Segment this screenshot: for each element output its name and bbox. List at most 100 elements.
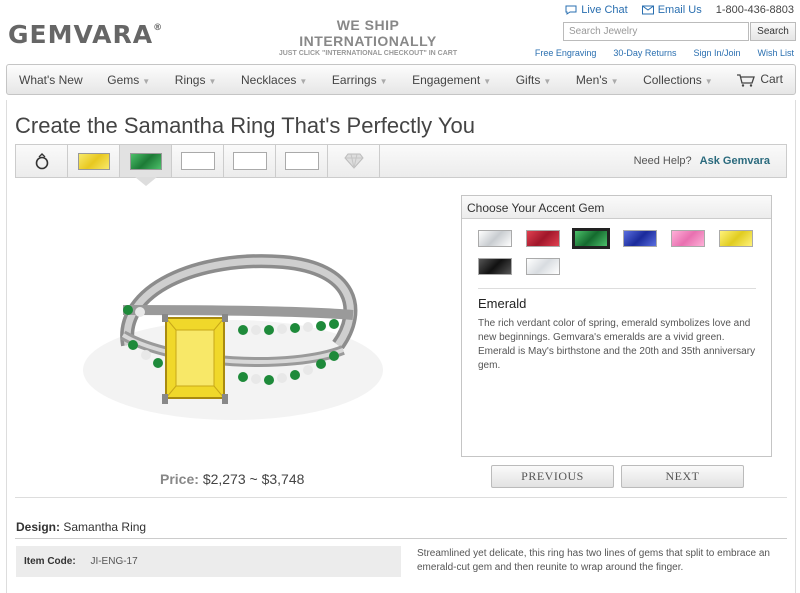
chat-bubble-icon <box>565 5 577 15</box>
envelope-icon <box>641 5 654 15</box>
empty-slot <box>284 152 319 170</box>
phone-number: 1-800-436-8803 <box>715 4 794 16</box>
gem-option-pink-sapphire[interactable] <box>671 230 705 247</box>
dropdown-caret-icon: ▼ <box>483 76 492 86</box>
previous-button[interactable]: PREVIOUS <box>491 465 614 488</box>
sub-links: Free Engraving 30-Day Returns Sign In/Jo… <box>535 48 794 58</box>
nav-item-gems[interactable]: Gems ▼ <box>107 73 150 87</box>
design-divider <box>15 538 787 539</box>
empty-slot <box>180 152 215 170</box>
nav-item-earrings[interactable]: Earrings ▼ <box>332 73 388 87</box>
next-button[interactable]: NEXT <box>621 465 744 488</box>
nav-item-gifts[interactable]: Gifts ▼ <box>516 73 552 87</box>
nav-label: Necklaces <box>241 72 297 87</box>
top-links: Live Chat Email Us 1-800-436-8803 <box>565 4 794 16</box>
item-code-label: Item Code: <box>24 556 76 567</box>
free-engraving-link[interactable]: Free Engraving <box>535 48 597 58</box>
sign-in-link[interactable]: Sign In/Join <box>693 48 740 58</box>
cart-icon <box>737 74 756 87</box>
email-link[interactable]: Email Us <box>641 4 702 16</box>
selected-gem-description: The rich verdant color of spring, emeral… <box>478 318 756 371</box>
shipping-banner: WE SHIP INTERNATIONALLY JUST CLICK "INTE… <box>268 17 468 57</box>
customization-steps: Need Help? Ask Gemvara <box>15 144 787 178</box>
accent-gem-panel: Choose Your Accent Gem Emerald The rich … <box>461 195 772 457</box>
gem-option-yellow-sapphire[interactable] <box>719 230 753 247</box>
section-divider <box>15 497 787 498</box>
dropdown-caret-icon: ▼ <box>610 76 619 86</box>
nav-item-engagement[interactable]: Engagement ▼ <box>412 73 491 87</box>
active-step-pointer <box>135 177 157 186</box>
nav-item-whats-new[interactable]: What's New <box>19 73 83 87</box>
wish-list-link[interactable]: Wish List <box>757 48 794 58</box>
help-area: Need Help? Ask Gemvara <box>634 155 770 167</box>
shipping-headline: WE SHIP INTERNATIONALLY <box>299 17 437 49</box>
gem-option-sapphire[interactable] <box>623 230 657 247</box>
returns-link[interactable]: 30-Day Returns <box>613 48 676 58</box>
dropdown-caret-icon: ▼ <box>543 76 552 86</box>
dropdown-caret-icon: ▼ <box>299 76 308 86</box>
empty-slot <box>232 152 267 170</box>
search-input[interactable]: Search Jewelry <box>563 22 749 41</box>
nav-label: Gems <box>107 72 140 87</box>
center-stone <box>162 314 228 404</box>
nav-label: Rings <box>174 72 206 87</box>
step-accent-gem[interactable] <box>120 145 172 177</box>
diamond-icon <box>343 153 364 169</box>
center-gem-swatch <box>77 152 110 170</box>
ask-gemvara-link[interactable]: Ask Gemvara <box>700 155 770 167</box>
gem-option-white-sapphire[interactable] <box>526 258 560 275</box>
product-description: Streamlined yet delicate, this ring has … <box>417 548 770 573</box>
design-info: Design: Samantha Ring <box>16 520 146 534</box>
price: Price: $2,273 ~ $3,748 <box>160 471 304 487</box>
dropdown-caret-icon: ▼ <box>379 76 388 86</box>
price-label: Price: <box>160 471 199 487</box>
search-button[interactable]: Search <box>750 22 796 41</box>
ring-shape-icon <box>35 153 48 170</box>
item-code-box: Item Code: JI-ENG-17 <box>16 546 401 577</box>
dropdown-caret-icon: ▼ <box>704 76 713 86</box>
nav-label: Collections <box>643 72 702 87</box>
email-label: Email Us <box>657 4 702 16</box>
step-empty-1[interactable] <box>172 145 224 177</box>
divider <box>478 288 756 289</box>
nav-label: What's New <box>19 72 83 87</box>
step-empty-2[interactable] <box>224 145 276 177</box>
accent-gem-title: Choose Your Accent Gem <box>462 196 771 219</box>
gem-option-diamond[interactable] <box>478 230 512 247</box>
need-help-text: Need Help? <box>633 155 692 167</box>
live-chat-label: Live Chat <box>581 4 628 16</box>
item-code-value: JI-ENG-17 <box>90 556 138 567</box>
nav-item-collections[interactable]: Collections ▼ <box>643 73 713 87</box>
gem-option-ruby[interactable] <box>526 230 560 247</box>
selected-gem-name: Emerald <box>478 296 527 311</box>
page-title: Create the Samantha Ring That's Perfectl… <box>15 113 475 138</box>
nav-label: Gifts <box>515 72 541 87</box>
gem-option-black-diamond[interactable] <box>478 258 512 275</box>
dropdown-caret-icon: ▼ <box>208 76 217 86</box>
registered-mark: ® <box>153 23 164 33</box>
design-label: Design: <box>16 520 61 534</box>
nav-item-rings[interactable]: Rings ▼ <box>175 73 217 87</box>
logo-text: GEMVARA <box>8 20 154 49</box>
nav-item-necklaces[interactable]: Necklaces ▼ <box>241 73 307 87</box>
nav-label: Engagement <box>412 72 481 87</box>
step-empty-3[interactable] <box>276 145 328 177</box>
cart-label: Cart <box>760 72 783 87</box>
dropdown-caret-icon: ▼ <box>142 76 151 86</box>
nav-label: Men's <box>575 72 608 87</box>
step-metal[interactable] <box>16 145 68 177</box>
design-value: Samantha Ring <box>63 520 147 534</box>
shipping-subline: JUST CLICK "INTERNATIONAL CHECKOUT" IN C… <box>278 50 458 57</box>
main-nav: What's New Gems ▼ Rings ▼ Necklaces ▼ Earri… <box>6 64 796 95</box>
step-center-gem[interactable] <box>68 145 120 177</box>
cart-link[interactable]: Cart <box>737 72 783 87</box>
gemvara-logo[interactable]: GEMVARA® <box>8 20 163 49</box>
nav-label: Earrings <box>331 72 377 87</box>
nav-item-mens[interactable]: Men's ▼ <box>576 73 619 87</box>
price-value: $2,273 ~ $3,748 <box>202 471 305 487</box>
live-chat-link[interactable]: Live Chat <box>565 4 628 16</box>
gem-option-emerald[interactable] <box>572 228 610 249</box>
ring-image[interactable] <box>78 240 388 430</box>
accent-gem-swatch <box>129 152 162 170</box>
step-review[interactable] <box>328 145 380 177</box>
